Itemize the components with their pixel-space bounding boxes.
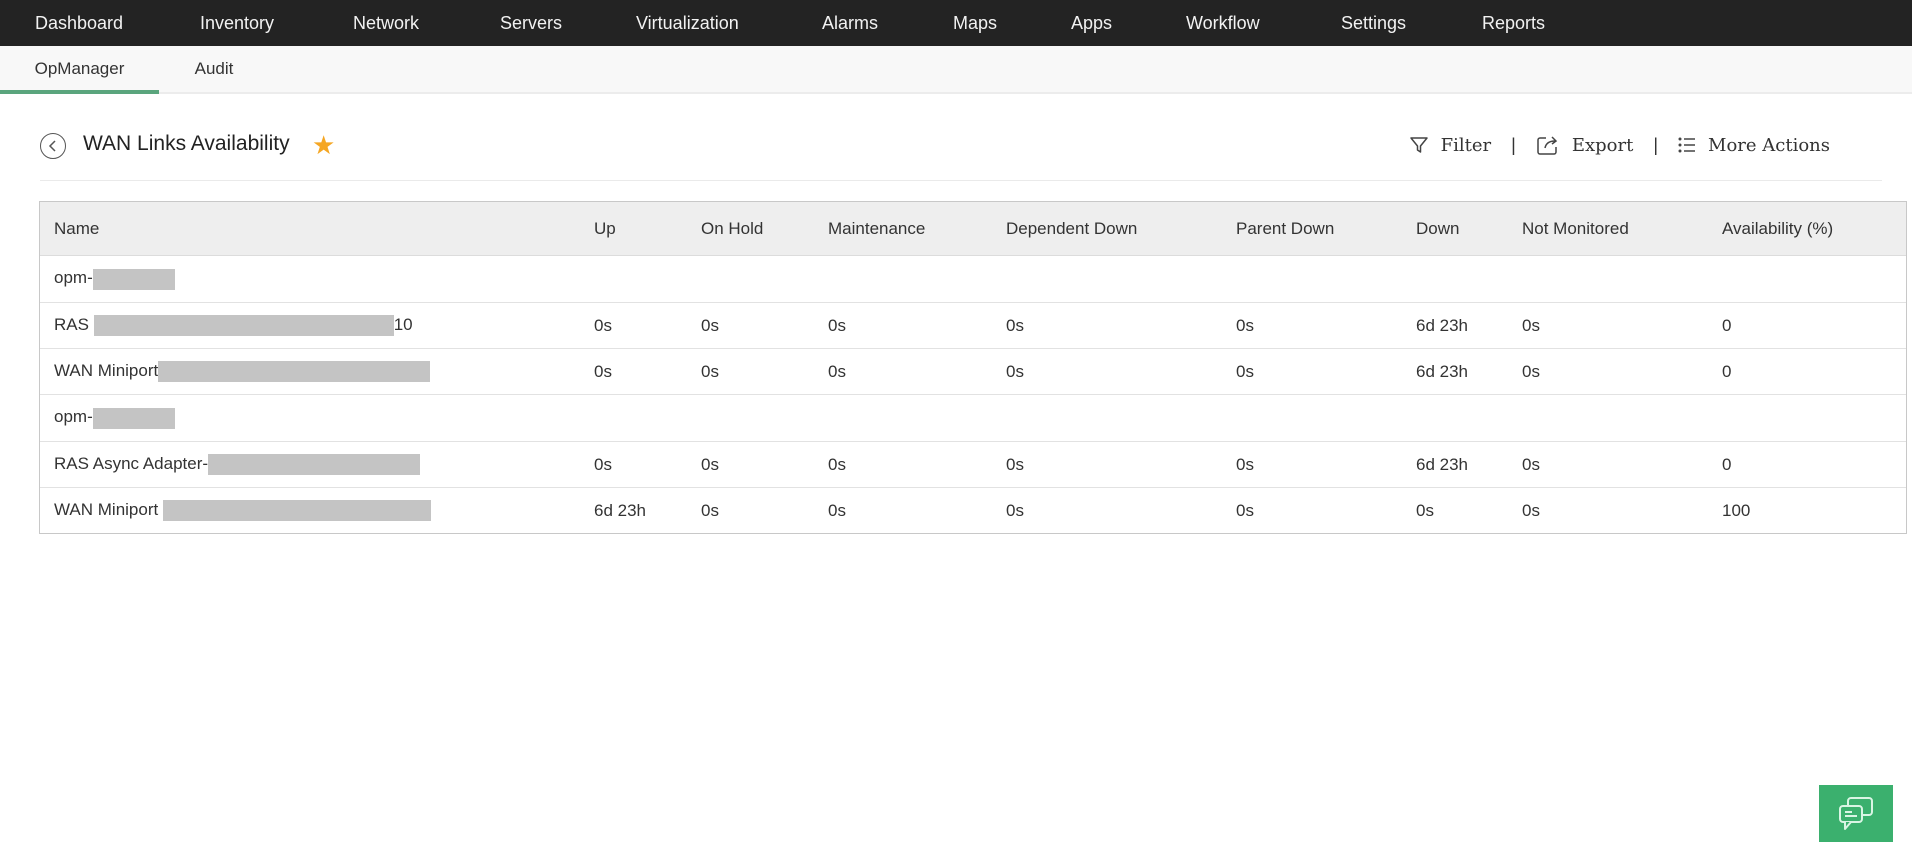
nav-reports[interactable]: Reports	[1482, 0, 1545, 46]
column-header-on-hold[interactable]: On Hold	[687, 202, 814, 256]
name-cell[interactable]: WAN Miniport	[40, 348, 580, 395]
group-name-cell[interactable]: opm-	[40, 255, 1906, 303]
group-name-cell[interactable]: opm-	[40, 394, 1906, 442]
name-cell[interactable]: RAS 10	[40, 302, 580, 349]
tab-audit[interactable]: Audit	[159, 46, 269, 92]
filter-icon	[1409, 137, 1428, 153]
availability-cell: 100	[1708, 487, 1906, 533]
export-button[interactable]: Export	[1536, 134, 1634, 156]
not-monitored-cell: 0s	[1508, 441, 1708, 488]
nav-inventory[interactable]: Inventory	[200, 0, 353, 46]
table-row: RAS Async Adapter- 0s 0s 0s 0s 0s 6d 23h…	[40, 441, 1906, 488]
down-cell: 6d 23h	[1402, 441, 1508, 488]
dependent-down-cell: 0s	[992, 487, 1222, 533]
column-header-up[interactable]: Up	[580, 202, 687, 256]
up-cell: 0s	[580, 302, 687, 349]
table-row: WAN Miniport 6d 23h 0s 0s 0s 0s 0s 0s 10…	[40, 487, 1906, 533]
on-hold-cell: 0s	[687, 302, 814, 349]
nav-apps[interactable]: Apps	[1071, 0, 1112, 46]
nav-virtualization[interactable]: Virtualization	[636, 0, 953, 46]
group-row: opm-	[40, 255, 1906, 303]
page-header: WAN Links Availability ★ Filter | Export…	[40, 120, 1882, 181]
maintenance-cell: 0s	[814, 348, 992, 395]
export-icon	[1537, 136, 1557, 155]
column-header-not-monitored[interactable]: Not Monitored	[1508, 202, 1708, 256]
availability-cell: 0	[1708, 441, 1906, 488]
availability-cell: 0	[1708, 348, 1906, 395]
redacted-text	[92, 407, 175, 429]
top-navigation: Dashboard Inventory Network Servers Virt…	[0, 0, 1912, 46]
not-monitored-cell: 0s	[1508, 487, 1708, 533]
column-header-name[interactable]: Name	[40, 202, 580, 256]
table-row: WAN Miniport 0s 0s 0s 0s 0s 6d 23h 0s 0	[40, 348, 1906, 395]
nav-settings[interactable]: Settings	[1341, 0, 1406, 46]
up-cell: 0s	[580, 441, 687, 488]
filter-button[interactable]: Filter	[1409, 134, 1492, 156]
list-icon	[1678, 137, 1696, 153]
parent-down-cell: 0s	[1222, 441, 1402, 488]
action-separator: |	[1653, 134, 1659, 155]
export-label: Export	[1571, 134, 1634, 156]
favorite-star-icon[interactable]: ★	[312, 130, 335, 161]
column-header-dependent-down[interactable]: Dependent Down	[992, 202, 1222, 256]
nav-dashboard[interactable]: Dashboard	[35, 0, 200, 46]
redacted-text	[93, 315, 394, 336]
name-cell[interactable]: WAN Miniport	[40, 487, 580, 533]
back-button[interactable]	[40, 133, 66, 159]
maintenance-cell: 0s	[814, 487, 992, 533]
tab-opmanager[interactable]: OpManager	[0, 46, 159, 94]
group-row: opm-	[40, 394, 1906, 442]
filter-label: Filter	[1440, 134, 1492, 156]
not-monitored-cell: 0s	[1508, 348, 1708, 395]
column-header-parent-down[interactable]: Parent Down	[1222, 202, 1402, 256]
nav-network[interactable]: Network	[353, 0, 500, 46]
down-cell: 0s	[1402, 487, 1508, 533]
parent-down-cell: 0s	[1222, 348, 1402, 395]
table-header-row: Name Up On Hold Maintenance Dependent Do…	[40, 202, 1906, 256]
more-actions-button[interactable]: More Actions	[1678, 135, 1830, 156]
redacted-text	[208, 454, 421, 475]
availability-cell: 0	[1708, 302, 1906, 349]
parent-down-cell: 0s	[1222, 302, 1402, 349]
dependent-down-cell: 0s	[992, 348, 1222, 395]
chat-button[interactable]	[1819, 785, 1893, 842]
maintenance-cell: 0s	[814, 441, 992, 488]
chat-bubbles-icon	[1839, 796, 1873, 830]
not-monitored-cell: 0s	[1508, 302, 1708, 349]
on-hold-cell: 0s	[687, 441, 814, 488]
redacted-text	[92, 268, 175, 290]
on-hold-cell: 0s	[687, 348, 814, 395]
dependent-down-cell: 0s	[992, 302, 1222, 349]
page-actions: Filter | Export | More Actions	[1409, 134, 1830, 156]
nav-servers[interactable]: Servers	[500, 0, 636, 46]
up-cell: 0s	[580, 348, 687, 395]
nav-workflow[interactable]: Workflow	[1186, 0, 1260, 46]
wan-links-table: Name Up On Hold Maintenance Dependent Do…	[39, 201, 1907, 534]
on-hold-cell: 0s	[687, 487, 814, 533]
redacted-text	[158, 361, 431, 382]
maintenance-cell: 0s	[814, 302, 992, 349]
parent-down-cell: 0s	[1222, 487, 1402, 533]
action-separator: |	[1511, 134, 1516, 155]
sub-navigation: OpManager Audit	[0, 46, 1912, 94]
nav-alarms[interactable]: Alarms	[822, 0, 878, 46]
name-cell[interactable]: RAS Async Adapter-	[40, 441, 580, 488]
column-header-maintenance[interactable]: Maintenance	[814, 202, 992, 256]
nav-maps[interactable]: Maps	[953, 0, 997, 46]
down-cell: 6d 23h	[1402, 348, 1508, 395]
column-header-down[interactable]: Down	[1402, 202, 1508, 256]
more-actions-label: More Actions	[1708, 134, 1830, 156]
table-row: RAS 10 0s 0s 0s 0s 0s 6d 23h 0s 0	[40, 302, 1906, 349]
redacted-text	[162, 500, 431, 521]
chevron-left-icon	[48, 140, 56, 152]
down-cell: 6d 23h	[1402, 302, 1508, 349]
up-cell: 6d 23h	[580, 487, 687, 533]
column-header-availability[interactable]: Availability (%)	[1708, 202, 1906, 256]
page-title: WAN Links Availability	[83, 132, 290, 155]
dependent-down-cell: 0s	[992, 441, 1222, 488]
